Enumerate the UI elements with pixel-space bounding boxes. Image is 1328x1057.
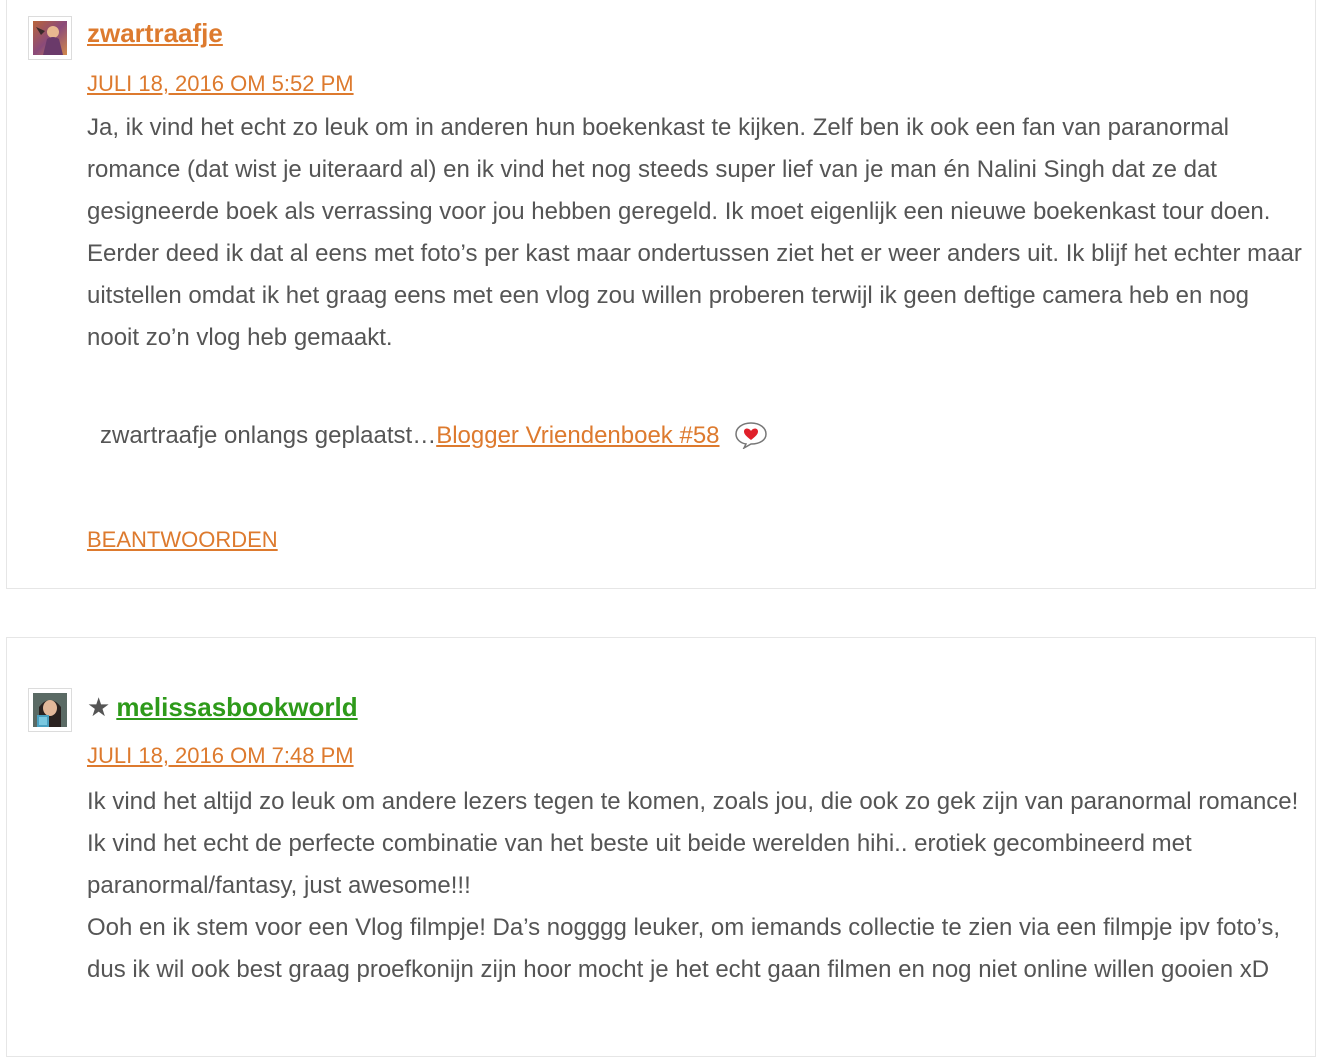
avatar-image (33, 693, 67, 727)
reply-button[interactable]: BEANTWOORDEN (87, 527, 278, 553)
avatar[interactable] (28, 688, 72, 732)
latest-post-link[interactable]: Blogger Vriendenboek #58 (436, 422, 719, 449)
comment-author: zwartraafje (87, 18, 223, 49)
heart-speech-bubble-icon (734, 421, 768, 456)
comment-text: Ik vind het altijd zo leuk om andere lez… (87, 781, 1302, 991)
comment-paragraph: Ooh en ik stem voor een Vlog filmpje! Da… (87, 914, 1281, 983)
latest-post-prefix: zwartraafje onlangs geplaatst… (100, 422, 437, 449)
comment-author: ★ melissasbookworld (87, 692, 358, 723)
comment-paragraph: Ja, ik vind het echt zo leuk om in ander… (87, 114, 1302, 351)
author-link[interactable]: zwartraafje (87, 18, 223, 48)
comment-paragraph: Ik vind het altijd zo leuk om andere lez… (87, 788, 1299, 899)
comment-card: ★ melissasbookworld JULI 18, 2016 OM 7:48… (6, 637, 1316, 1057)
avatar[interactable] (28, 16, 72, 60)
comment-date-link[interactable]: JULI 18, 2016 OM 5:52 PM (87, 71, 354, 97)
comment-card: zwartraafje JULI 18, 2016 OM 5:52 PM Ja,… (6, 0, 1316, 589)
latest-post-line: zwartraafje onlangs geplaatst…Blogger Vr… (100, 421, 768, 456)
comment-date-link[interactable]: JULI 18, 2016 OM 7:48 PM (87, 743, 354, 769)
author-link[interactable]: melissasbookworld (116, 692, 357, 722)
star-icon: ★ (87, 692, 111, 722)
avatar-image (33, 21, 67, 55)
comment-text: Ja, ik vind het echt zo leuk om in ander… (87, 107, 1302, 359)
